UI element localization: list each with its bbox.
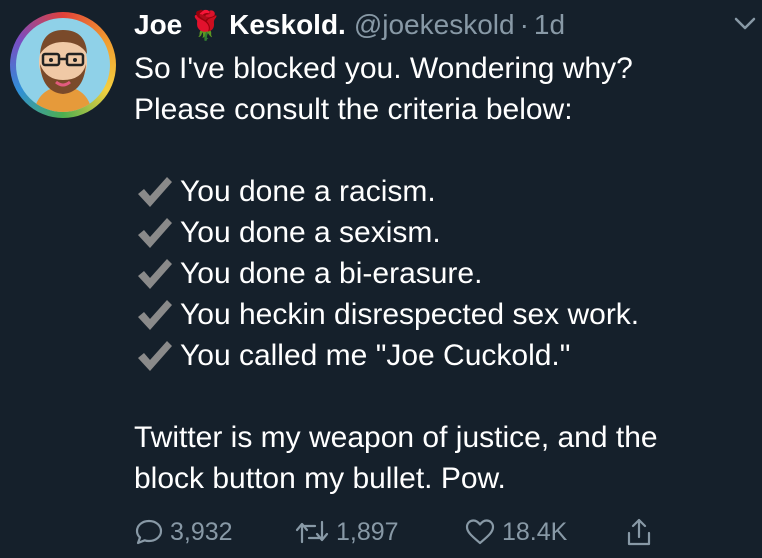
criteria-item: You done a bi-erasure. [134,253,744,294]
criteria-item: You heckin disrespected sex work. [134,294,744,335]
criteria-item: You called me "Joe Cuckold." [134,335,744,376]
author-handle[interactable]: @joekeskold [354,9,515,41]
rose-emoji-icon: 🌹 [188,9,224,41]
criteria-text: You heckin disrespected sex work. [180,298,640,331]
criteria-text: You done a sexism. [180,216,441,249]
share-icon [627,518,651,546]
heavy-check-mark-icon [138,299,172,330]
chevron-down-icon[interactable] [730,10,760,38]
avatar-cartoon-image [16,18,110,112]
tweet-actions: 3,932 1,897 18.4K [134,512,674,552]
tweet-text: So I've blocked you. Wondering why? Plea… [134,48,744,499]
tweet-header: Joe 🌹 Keskold. @joekeskold · 1d [134,6,565,44]
criteria-item: You done a sexism. [134,212,744,253]
heavy-check-mark-icon [138,217,172,248]
like-count: 18.4K [502,517,568,546]
intro-line-1: So I've blocked you. Wondering why? [134,52,633,85]
author-last-name[interactable]: Keskold. [229,9,346,41]
criteria-text: You done a bi-erasure. [180,257,483,290]
heavy-check-mark-icon [138,340,172,371]
retweet-button[interactable]: 1,897 [294,517,464,547]
heart-icon [465,519,495,545]
like-button[interactable]: 18.4K [464,517,624,547]
reply-count: 3,932 [170,517,233,546]
closing-line-1: Twitter is my weapon of justice, and the [134,421,658,454]
heavy-check-mark-icon [138,258,172,289]
retweet-count: 1,897 [336,517,399,546]
criteria-list: You done a racism. You done a sexism. You … [134,171,744,376]
heavy-check-mark-icon [138,176,172,207]
intro-line-2: Please consult the criteria below: [134,93,573,126]
reply-button[interactable]: 3,932 [134,517,294,547]
speech-bubble-icon [135,519,163,545]
criteria-text: You called me "Joe Cuckold." [180,339,571,372]
criteria-text: You done a racism. [180,175,436,208]
closing-line-2: block button my bullet. Pow. [134,462,506,495]
author-first-name[interactable]: Joe [134,9,182,41]
share-button[interactable] [624,516,660,548]
avatar[interactable] [10,12,116,118]
retweet-icon [295,520,329,544]
separator-dot: · [519,9,529,40]
timestamp[interactable]: 1d [534,9,565,41]
criteria-item: You done a racism. [134,171,744,212]
